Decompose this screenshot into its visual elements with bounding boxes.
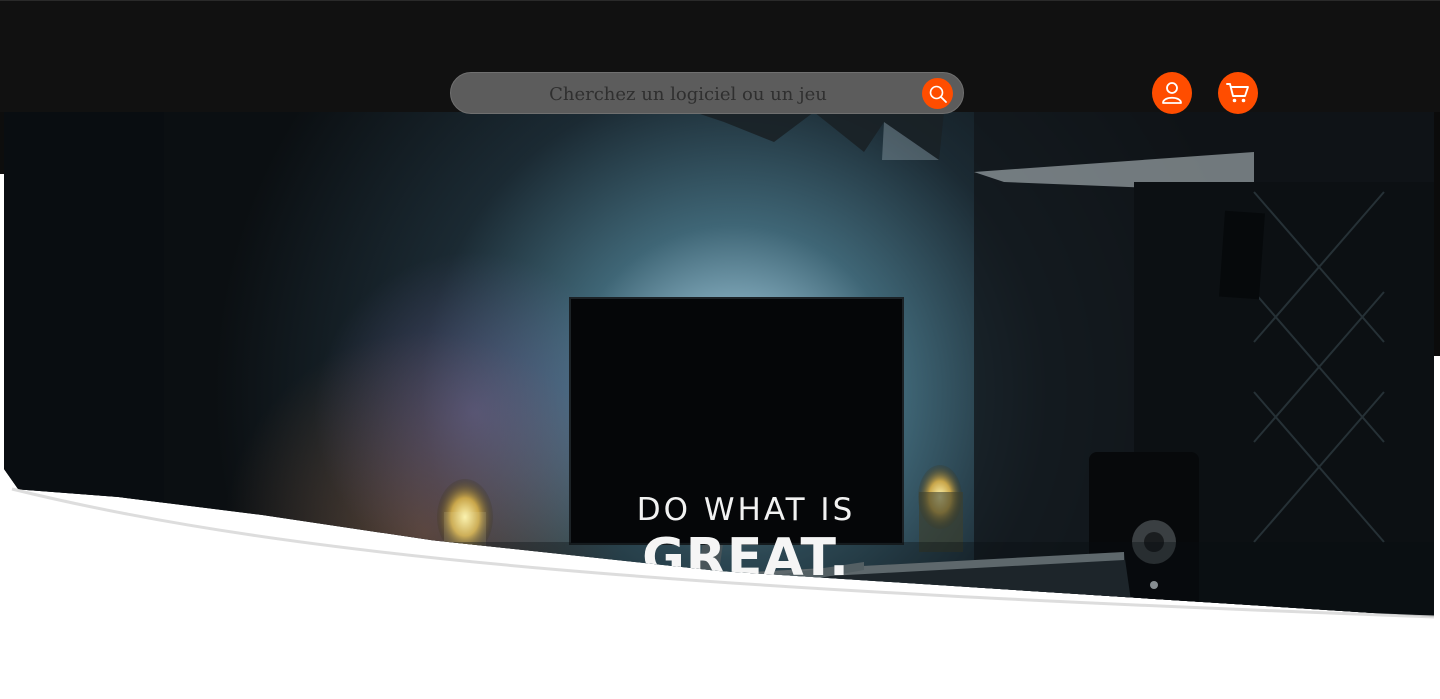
page: DO WHAT IS GREAT. <box>0 0 1440 699</box>
monitor-slogan-line2: GREAT. <box>642 528 850 588</box>
cart-button[interactable] <box>1218 72 1258 114</box>
monitor-screen-text: DO WHAT IS GREAT. <box>576 412 906 617</box>
search-bar <box>450 72 964 115</box>
search-button[interactable] <box>922 78 953 109</box>
hero-banner: DO WHAT IS GREAT. <box>4 112 1434 617</box>
search-icon <box>929 85 947 103</box>
search-input[interactable] <box>471 73 905 115</box>
monitor-slogan-line1: DO WHAT IS <box>636 492 856 528</box>
account-button[interactable] <box>1152 72 1192 114</box>
cart-icon <box>1226 83 1249 103</box>
user-icon <box>1162 82 1182 104</box>
